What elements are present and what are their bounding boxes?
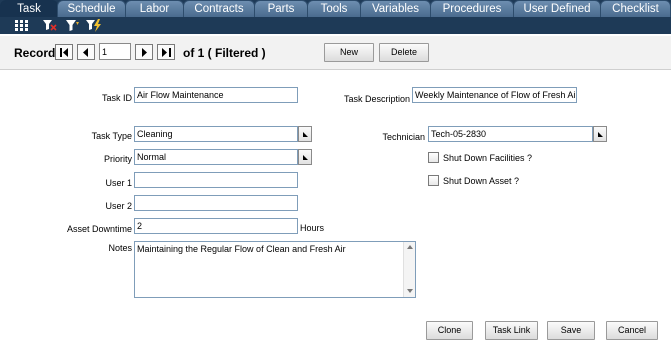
save-button[interactable]: Save [547,321,595,340]
asset-downtime-unit: Hours [300,223,325,233]
record-label: Record: [14,46,60,60]
scroll-up-icon[interactable] [407,245,413,249]
asset-downtime-field[interactable]: 2 [134,218,298,234]
tab-tools[interactable]: Tools [307,0,361,17]
task-link-button[interactable]: Task Link [485,321,538,340]
notes-text: Maintaining the Regular Flow of Clean an… [137,244,346,254]
task-type-dropdown-button[interactable] [298,126,312,142]
user1-field[interactable] [134,172,298,188]
filter-icon[interactable] [66,19,80,32]
last-icon [162,48,171,57]
task-id-label: Task ID [101,93,132,103]
next-icon [142,48,147,57]
notes-scrollbar[interactable] [403,242,415,297]
shut-down-asset-checkbox[interactable] [428,175,439,186]
asset-downtime-label: Asset Downtime [66,224,132,234]
tab-task[interactable]: Task [0,0,58,17]
user2-label: User 2 [105,201,132,211]
priority-dropdown-button[interactable] [298,149,312,165]
dropdown-arrow-icon [303,155,308,160]
dropdown-arrow-icon [598,132,603,137]
task-type-label: Task Type [91,131,132,141]
user2-field[interactable] [134,195,298,211]
shut-down-facilities-label: Shut Down Facilities ? [443,153,533,163]
tab-user-defined[interactable]: User Defined [513,0,601,17]
technician-select[interactable]: Tech-05-2830 [428,126,593,142]
shut-down-facilities-checkbox[interactable] [428,152,439,163]
technician-label: Technician [382,132,425,142]
priority-select[interactable]: Normal [134,149,298,165]
toolbar [0,17,671,34]
technician-dropdown-button[interactable] [593,126,607,142]
shut-down-asset-label: Shut Down Asset ? [443,176,520,186]
tab-procedures[interactable]: Procedures [430,0,514,17]
grid-icon[interactable] [15,19,28,32]
tab-variables[interactable]: Variables [360,0,431,17]
clear-filter-icon[interactable] [43,19,57,32]
tab-checklist[interactable]: Checklist [600,0,671,17]
record-number-input[interactable] [99,43,131,60]
quick-filter-icon[interactable] [86,19,102,32]
delete-button[interactable]: Delete [379,43,429,62]
clone-button[interactable]: Clone [426,321,473,340]
notes-label: Notes [108,243,132,253]
task-type-select[interactable]: Cleaning [134,126,298,142]
task-description-label: Task Description [343,94,410,104]
user1-label: User 1 [105,178,132,188]
task-id-field[interactable]: Air Flow Maintenance [134,87,298,103]
record-count: of 1 ( Filtered ) [183,46,266,60]
task-description-field[interactable]: Weekly Maintenance of Flow of Fresh Air [412,87,577,103]
new-button[interactable]: New [324,43,374,62]
tab-schedule[interactable]: Schedule [57,0,126,17]
previous-icon [83,48,88,57]
scroll-down-icon[interactable] [407,289,413,293]
next-record-button[interactable] [135,44,153,60]
tab-labor[interactable]: Labor [125,0,184,17]
first-record-button[interactable] [55,44,73,60]
dropdown-arrow-icon [303,132,308,137]
tab-parts[interactable]: Parts [254,0,308,17]
tab-strip: Task Schedule Labor Contracts Parts Tool… [0,0,671,17]
first-icon [60,48,68,57]
previous-record-button[interactable] [77,44,95,60]
notes-textarea[interactable]: Maintaining the Regular Flow of Clean an… [134,241,416,298]
last-record-button[interactable] [157,44,175,60]
priority-label: Priority [103,154,132,164]
tab-contracts[interactable]: Contracts [183,0,255,17]
cancel-button[interactable]: Cancel [606,321,658,340]
